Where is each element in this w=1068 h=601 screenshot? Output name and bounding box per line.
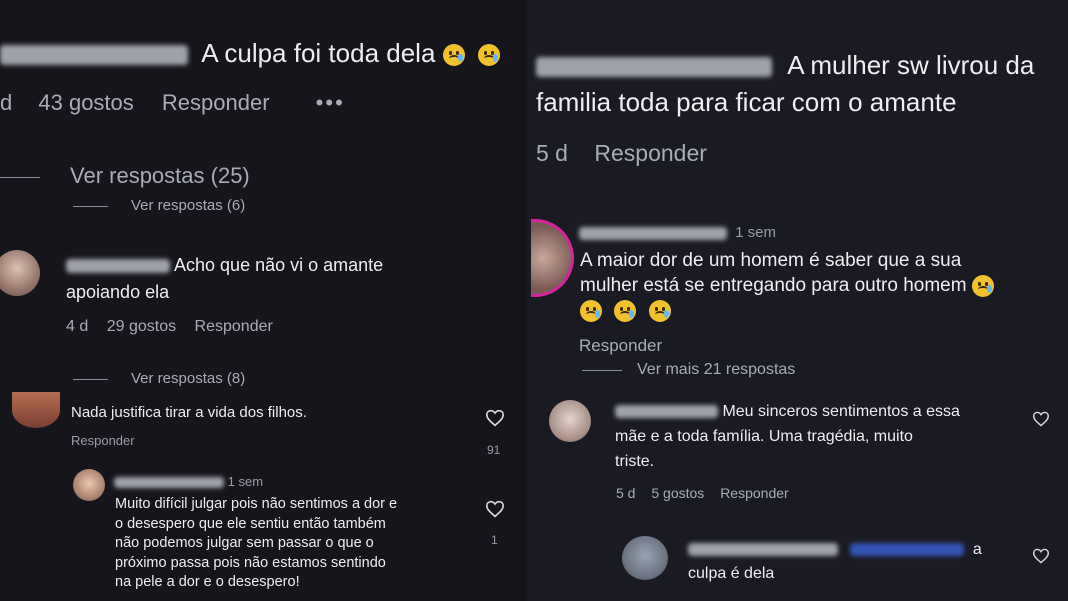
comment-text: Nada justifica tirar a vida dos filhos.: [71, 404, 307, 421]
crying-face-emoji: [614, 300, 637, 322]
heart-icon[interactable]: [485, 409, 505, 427]
view-replies-button[interactable]: Ver respostas (6): [131, 197, 245, 214]
avatar[interactable]: [73, 469, 105, 501]
avatar[interactable]: [531, 219, 574, 297]
heart-icon[interactable]: [1032, 411, 1050, 427]
avatar[interactable]: [0, 250, 40, 296]
comment-text: A maior dor de um homem é saber que a su…: [580, 250, 962, 271]
comment-text: mãe e a toda família. Uma tragédia, muit…: [615, 428, 913, 445]
comment-text: Meu sinceros sentimentos a essa: [722, 403, 960, 420]
comment-text-line: Meu sinceros sentimentos a essa: [615, 403, 960, 421]
comment-header: 1 sem: [579, 224, 776, 241]
like-count: 1: [491, 533, 498, 547]
heart-icon[interactable]: [485, 500, 505, 518]
comment-age: 1 sem: [735, 224, 777, 241]
comment-header: 1 sem: [114, 474, 263, 489]
like-count[interactable]: 5 gostos: [651, 485, 704, 501]
comment-text-line: mulher está se entregando para outro hom…: [580, 275, 994, 297]
comment-text-line: Muito difícil julgar pois não sentimos a…: [115, 496, 398, 512]
comment-age: 1 sem: [227, 474, 264, 489]
comment-text-line: a: [688, 541, 982, 559]
comment-text: a: [972, 541, 982, 558]
comment-text-line: o desespero que ele sentiu então também: [115, 515, 386, 532]
like-count[interactable]: 43 gostos: [38, 90, 133, 115]
view-more-replies-button[interactable]: Ver mais 21 respostas: [637, 361, 795, 379]
crying-face-emoji: [442, 44, 465, 67]
avatar[interactable]: [622, 536, 668, 580]
top-comment-right: A mulher sw livrou da: [536, 50, 1034, 81]
comment-text: A mulher sw livrou da: [787, 50, 1035, 80]
comment-age: 5 d: [616, 485, 636, 501]
avatar[interactable]: [549, 400, 591, 442]
view-replies-button[interactable]: Ver respostas (8): [131, 370, 245, 387]
comment-text: A culpa foi toda dela: [201, 38, 436, 68]
blurred-username: [0, 45, 188, 66]
divider: [73, 206, 108, 207]
left-screenshot-panel: A culpa foi toda dela d 43 gostos Respon…: [0, 0, 527, 601]
comment-text: triste.: [615, 453, 655, 470]
comment-text: mulher está se entregando para outro hom…: [580, 275, 967, 297]
comment-meta-row: 5 d Responder: [536, 140, 707, 167]
comment-text: familia toda para ficar com o amante: [536, 87, 957, 117]
crying-face-emoji: [648, 300, 671, 322]
emoji-row: [580, 300, 671, 322]
avatar[interactable]: [12, 392, 60, 428]
comment-age: 5 d: [536, 140, 568, 166]
comment-age: 4 d: [66, 318, 89, 335]
view-replies-button[interactable]: Ver respostas (25): [70, 163, 250, 189]
reply-button[interactable]: Responder: [579, 336, 662, 356]
right-screenshot-panel: A mulher sw livrou da familia toda para …: [527, 0, 1068, 601]
comment-text-line: na pele a dor e o desespero!: [115, 574, 300, 590]
comment-text: apoiando ela: [66, 282, 170, 302]
comment-text: culpa é dela: [688, 565, 775, 582]
reply-button[interactable]: Responder: [594, 140, 707, 166]
heart-icon[interactable]: [1032, 548, 1050, 564]
blurred-username: [579, 226, 727, 240]
crying-face-emoji: [971, 275, 994, 297]
divider: [73, 379, 108, 380]
blurred-mention: [850, 543, 965, 557]
more-options-icon[interactable]: •••: [316, 90, 345, 115]
crying-face-emoji: [477, 44, 500, 67]
like-count[interactable]: 29 gostos: [107, 318, 176, 335]
reply-button[interactable]: Responder: [71, 433, 135, 448]
blurred-username: [615, 405, 718, 419]
reply-button[interactable]: Responder: [162, 90, 270, 115]
blurred-username: [66, 259, 170, 274]
blurred-username: [688, 543, 838, 557]
comment-meta-row: 5 d 5 gostos Responder: [616, 485, 789, 501]
comment-text: Acho que não vi o amante: [174, 255, 384, 275]
comment-text-line: Acho que não vi o amante: [66, 255, 383, 276]
reply-button[interactable]: Responder: [195, 318, 273, 335]
comment-text-line: próximo passa pois não estamos sentindo: [115, 554, 386, 571]
divider: [0, 177, 40, 178]
top-comment-left: A culpa foi toda dela: [0, 38, 500, 69]
comment-age: d: [0, 90, 13, 115]
comment-meta-row: d 43 gostos Responder •••: [0, 90, 345, 116]
comment-meta-row: 4 d 29 gostos Responder: [66, 318, 273, 336]
comment-text-line: não podemos julgar sem passar o que o: [115, 535, 374, 551]
blurred-username: [536, 57, 772, 78]
reply-button[interactable]: Responder: [720, 485, 789, 501]
crying-face-emoji: [580, 300, 602, 322]
divider: [582, 370, 622, 371]
blurred-username: [114, 477, 224, 489]
like-count: 91: [487, 443, 501, 457]
comment-body: Muito difícil julgar pois não sentimos a…: [115, 495, 397, 593]
